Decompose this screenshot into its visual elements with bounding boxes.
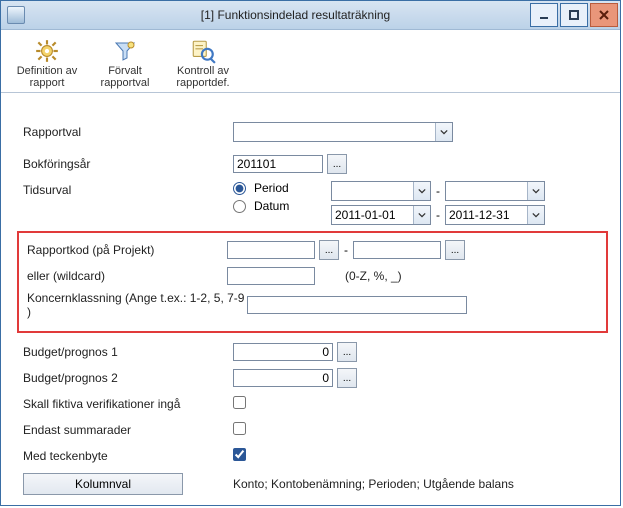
radio-datum-input[interactable] (233, 200, 246, 213)
budget2-input[interactable] (233, 369, 333, 387)
rapportkod-to-picker[interactable]: ... (445, 240, 465, 260)
kolumnval-button[interactable]: Kolumnval (23, 473, 183, 495)
minimize-button[interactable] (530, 3, 558, 27)
teckenbyte-label: Med teckenbyte (23, 449, 233, 463)
toolbar-kontroll-av-rapportdef[interactable]: Kontroll av rapportdef. (165, 34, 241, 90)
rapportval-label: Rapportval (23, 125, 233, 139)
rapportkod-from-picker[interactable]: ... (319, 240, 339, 260)
koncernklassning-input[interactable] (247, 296, 467, 314)
fiktiva-label: Skall fiktiva verifikationer ingå (23, 397, 233, 411)
period-from-dropdown[interactable] (331, 181, 431, 201)
range-separator: - (343, 243, 349, 257)
range-separator: - (435, 184, 441, 198)
toolbar-definition-av-rapport[interactable]: Definition av rapport (9, 34, 85, 90)
wildcard-input[interactable] (227, 267, 315, 285)
bokforingsar-picker[interactable]: ... (327, 154, 347, 174)
wildcard-label: eller (wildcard) (27, 269, 227, 283)
app-window: [1] Funktionsindelad resultaträkning (0, 0, 621, 506)
inspect-icon (189, 37, 217, 64)
gear-icon (33, 37, 61, 64)
datum-to-dropdown[interactable]: 2011-12-31 (445, 205, 545, 225)
chevron-down-icon (527, 206, 544, 224)
teckenbyte-checkbox[interactable] (233, 448, 246, 461)
rapportkod-from-input[interactable] (227, 241, 315, 259)
bokforingsar-label: Bokföringsår (23, 157, 233, 171)
summarader-checkbox[interactable] (233, 422, 246, 435)
window-controls (530, 1, 620, 29)
highlight-group: Rapportkod (på Projekt) ... - ... eller … (17, 231, 608, 333)
radio-period[interactable]: Period (233, 181, 321, 195)
fiktiva-checkbox[interactable] (233, 396, 246, 409)
toolbar-label: Kontroll av rapportdef. (168, 65, 238, 89)
chevron-down-icon (413, 206, 430, 224)
budget1-label: Budget/prognos 1 (23, 345, 233, 359)
toolbar: Definition av rapport Förvalt rapportval (1, 30, 620, 93)
app-icon (7, 6, 25, 24)
radio-datum-label: Datum (254, 199, 289, 213)
toolbar-label: Förvalt rapportval (90, 65, 160, 89)
tidsurval-label: Tidsurval (23, 181, 233, 197)
period-to-dropdown[interactable] (445, 181, 545, 201)
budget2-picker[interactable]: ... (337, 368, 357, 388)
chevron-down-icon (527, 182, 544, 200)
rapportkod-to-input[interactable] (353, 241, 441, 259)
toolbar-label: Definition av rapport (12, 65, 82, 89)
radio-period-input[interactable] (233, 182, 246, 195)
budget2-label: Budget/prognos 2 (23, 371, 233, 385)
bokforingsar-input[interactable] (233, 155, 323, 173)
form-area: Rapportval Bokföringsår ... Tidsurval (1, 93, 620, 487)
summarader-label: Endast summarader (23, 423, 233, 437)
datum-from-dropdown[interactable]: 2011-01-01 (331, 205, 431, 225)
radio-datum[interactable]: Datum (233, 199, 321, 213)
wildcard-hint: (0-Z, %, _) (345, 269, 402, 283)
range-separator: - (435, 208, 441, 222)
budget1-input[interactable] (233, 343, 333, 361)
toolbar-forvalt-rapportval[interactable]: Förvalt rapportval (87, 34, 163, 90)
rapportkod-label: Rapportkod (på Projekt) (27, 243, 227, 257)
chevron-down-icon (435, 123, 452, 141)
filter-icon (111, 37, 139, 64)
kolumn-info: Konto; Kontobenämning; Perioden; Utgåend… (233, 477, 514, 491)
rapportval-dropdown[interactable] (233, 122, 453, 142)
maximize-button[interactable] (560, 3, 588, 27)
radio-period-label: Period (254, 181, 289, 195)
budget1-picker[interactable]: ... (337, 342, 357, 362)
chevron-down-icon (413, 182, 430, 200)
titlebar: [1] Funktionsindelad resultaträkning (1, 1, 620, 30)
close-button[interactable] (590, 3, 618, 27)
koncernklassning-label: Koncernklassning (Ange t.ex.: 1-2, 5, 7-… (27, 291, 247, 319)
